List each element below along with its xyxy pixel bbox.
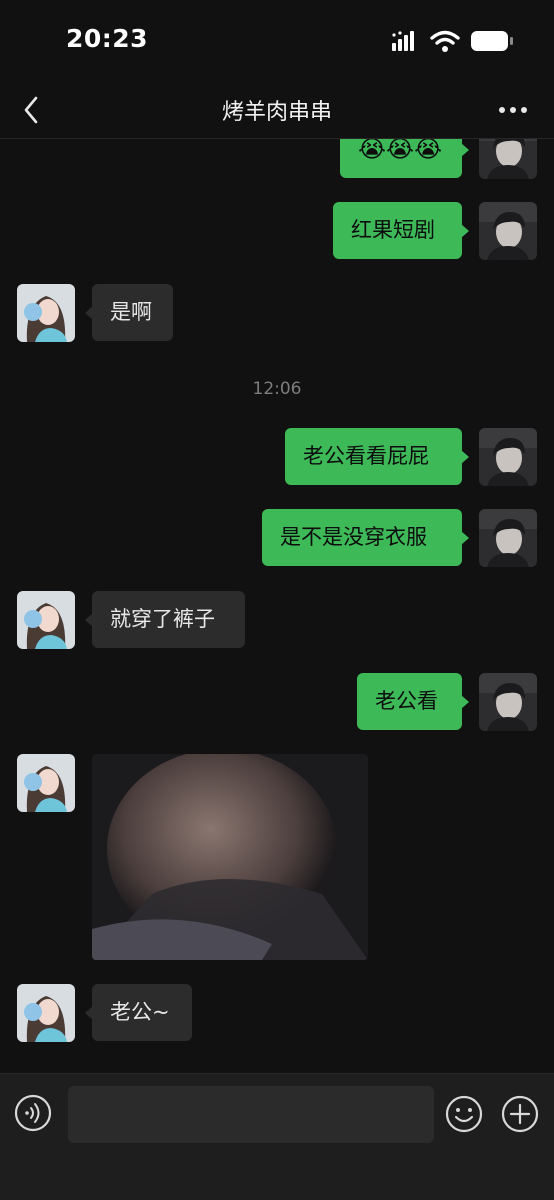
input-bar	[0, 1073, 554, 1200]
message-text: 老公看看屁屁	[303, 444, 429, 468]
message-input[interactable]	[68, 1086, 434, 1143]
nav-bar: 烤羊肉串串	[0, 82, 554, 139]
message-bubble-received[interactable]: 就穿了裤子	[85, 591, 245, 648]
voice-icon[interactable]	[14, 1094, 52, 1132]
message-text: 老公看	[375, 689, 438, 713]
avatar-contact[interactable]	[17, 284, 75, 342]
avatar-self[interactable]	[479, 139, 537, 179]
avatar-contact-image	[17, 984, 75, 1042]
avatar-contact[interactable]	[17, 754, 75, 812]
avatar-contact-image	[17, 284, 75, 342]
chat-screen: 20:23 烤羊肉串串 😭😭😭 红果短剧 是啊 12:06 老公看看屁屁 是不是…	[0, 0, 554, 1200]
message-bubble-sent[interactable]: 😭😭😭	[340, 139, 469, 178]
avatar-self-image	[479, 202, 537, 260]
ellipsis-icon[interactable]	[496, 100, 530, 120]
photo-image	[92, 754, 368, 960]
smiley-icon[interactable]	[444, 1094, 484, 1134]
message-text: 老公~	[110, 1000, 170, 1024]
message-bubble-received[interactable]: 是啊	[85, 284, 173, 341]
message-list[interactable]: 😭😭😭 红果短剧 是啊 12:06 老公看看屁屁 是不是没穿衣服 就穿了裤子 老…	[0, 139, 554, 1073]
avatar-self-image	[479, 673, 537, 731]
message-text: 就穿了裤子	[110, 607, 215, 631]
avatar-contact[interactable]	[17, 984, 75, 1042]
avatar-self-image	[479, 139, 537, 179]
chat-title: 烤羊肉串串	[221, 100, 332, 125]
avatar-contact-image	[17, 591, 75, 649]
message-bubble-received[interactable]: 老公~	[85, 984, 192, 1041]
avatar-self-image	[479, 509, 537, 567]
message-bubble-sent[interactable]: 老公看	[357, 673, 469, 730]
message-text: 是不是没穿衣服	[280, 525, 427, 549]
avatar-self[interactable]	[479, 509, 537, 567]
message-bubble-sent[interactable]: 红果短剧	[333, 202, 469, 259]
plus-circle-icon[interactable]	[500, 1094, 540, 1134]
image-message[interactable]	[92, 754, 368, 960]
avatar-self[interactable]	[479, 202, 537, 260]
message-bubble-sent[interactable]: 老公看看屁屁	[285, 428, 469, 485]
avatar-self-image	[479, 428, 537, 486]
wifi-icon	[430, 30, 460, 52]
status-time: 20:23	[66, 24, 149, 53]
status-bar: 20:23	[0, 0, 554, 82]
battery-icon	[471, 31, 513, 51]
message-text: 是啊	[110, 300, 152, 324]
avatar-contact[interactable]	[17, 591, 75, 649]
timestamp-separator: 12:06	[252, 379, 302, 399]
signal-icon	[392, 31, 414, 51]
avatar-self[interactable]	[479, 673, 537, 731]
message-text: 😭😭😭	[358, 139, 443, 163]
message-bubble-sent[interactable]: 是不是没穿衣服	[262, 509, 469, 566]
avatar-contact-image	[17, 754, 75, 812]
avatar-self[interactable]	[479, 428, 537, 486]
message-text: 红果短剧	[351, 218, 435, 242]
